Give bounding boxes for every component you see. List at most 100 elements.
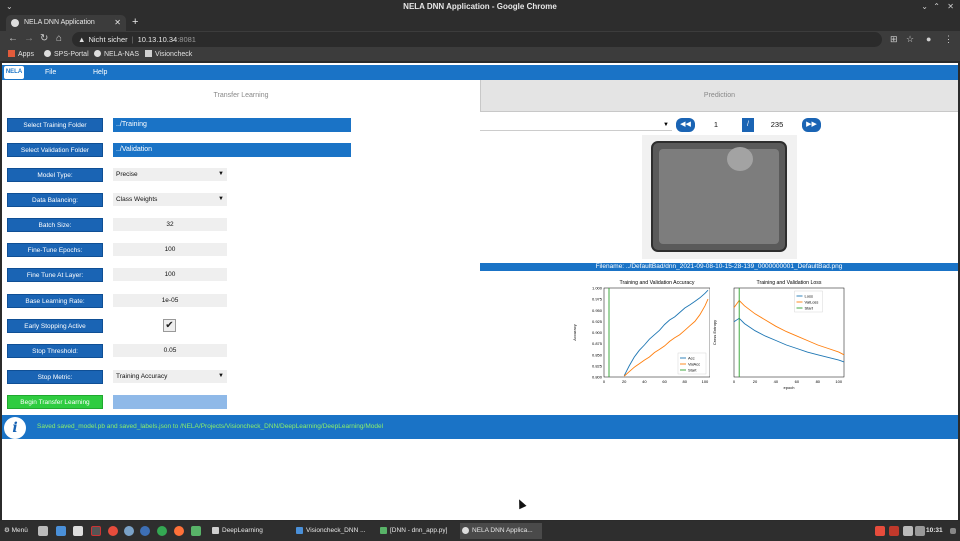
- tray-icon-red[interactable]: [875, 526, 885, 536]
- stop-metric-label: Stop Metric:: [7, 370, 103, 384]
- settings-icon[interactable]: [56, 526, 66, 536]
- model-type-select[interactable]: Precise ▼: [113, 168, 227, 181]
- address-host: 10.13.10.34: [137, 35, 178, 44]
- show-desktop-icon[interactable]: [38, 526, 48, 536]
- x-tick-label: 100: [702, 379, 709, 384]
- defect-spot: [727, 147, 753, 171]
- address-bar-row: ← → ↻ ⌂ ▲ Nicht sicher | 10.13.10.34:8081 ⊞…: [0, 31, 960, 48]
- reload-icon[interactable]: ↻: [40, 33, 48, 45]
- status-bar: i Saved saved_model.pb and saved_labels.…: [2, 415, 958, 439]
- fine-tune-at-layer-label: Fine Tune At Layer:: [7, 268, 103, 282]
- next-image-button[interactable]: ▶▶: [802, 118, 821, 132]
- fine-tune-epochs-input[interactable]: 100: [113, 243, 227, 256]
- x-tick-label: 40: [774, 379, 779, 384]
- legend-entry: Loss: [805, 294, 813, 299]
- validation-folder-field[interactable]: ../Validation: [113, 143, 351, 157]
- y-tick-label: 0.900: [592, 330, 603, 335]
- app-icon-red[interactable]: [108, 526, 118, 536]
- legend-entry: ValLoss: [805, 300, 819, 305]
- data-balancing-select[interactable]: Class Weights ▼: [113, 193, 227, 206]
- volume-icon[interactable]: [915, 526, 925, 536]
- chart-title: Training and Validation Accuracy: [620, 280, 695, 286]
- new-tab-icon[interactable]: +: [132, 15, 138, 29]
- minimize-icon[interactable]: ⌄: [921, 0, 928, 13]
- clock: 10:31: [926, 527, 943, 534]
- x-axis-label: epoch: [784, 385, 795, 390]
- current-page[interactable]: 1: [702, 118, 730, 132]
- browser-tab[interactable]: NELA DNN Application ✕: [6, 15, 126, 31]
- begin-transfer-learning-button[interactable]: Begin Transfer Learning: [7, 395, 103, 409]
- files-icon[interactable]: [73, 526, 83, 536]
- previous-image-button[interactable]: ◀◀: [676, 118, 695, 132]
- base-learning-rate-input[interactable]: 1e-05: [113, 294, 227, 307]
- x-tick-label: 20: [753, 379, 758, 384]
- page-separator: /: [742, 118, 754, 132]
- select-training-folder-button[interactable]: Select Training Folder: [7, 118, 103, 132]
- bookmark-apps[interactable]: Apps: [8, 48, 34, 62]
- training-folder-field[interactable]: ../Training: [113, 118, 351, 132]
- x-tick-label: 60: [662, 379, 667, 384]
- start-menu-button[interactable]: ⚙ Menü: [4, 521, 28, 541]
- address-input[interactable]: ▲ Nicht sicher | 10.13.10.34:8081: [72, 32, 882, 47]
- browser-menu-icon[interactable]: ⋮: [944, 33, 953, 45]
- stop-threshold-label: Stop Threshold:: [7, 344, 103, 358]
- maximize-icon[interactable]: ⌃: [933, 0, 940, 13]
- base-learning-rate-label: Base Learning Rate:: [7, 294, 103, 308]
- bookmark-star-icon[interactable]: ☆: [906, 33, 914, 45]
- bookmark-visioncheck[interactable]: Visioncheck: [145, 48, 192, 62]
- app-page: NELA File Help Transfer Learning Predict…: [2, 63, 958, 520]
- taskbar-window-deeplearning[interactable]: DeepLearning: [210, 523, 288, 539]
- terminal-icon[interactable]: [91, 526, 101, 536]
- translate-icon[interactable]: ⊞: [890, 33, 898, 45]
- tab-transfer-learning[interactable]: Transfer Learning: [2, 80, 480, 112]
- y-tick-label: 0.875: [592, 341, 603, 346]
- x-tick-label: 100: [835, 379, 842, 384]
- training-progress-bar: [113, 395, 227, 409]
- menu-file[interactable]: File: [45, 65, 56, 80]
- y-axis-label: Cross Entropy: [712, 320, 717, 345]
- tray-icon-network[interactable]: [903, 526, 913, 536]
- editor-icon[interactable]: [191, 526, 201, 536]
- close-tab-icon[interactable]: ✕: [114, 15, 121, 31]
- y-tick-label: 1.000: [592, 286, 603, 291]
- early-stopping-checkbox[interactable]: ✔: [163, 319, 176, 332]
- inspected-part-image: [651, 141, 787, 252]
- prediction-folder-select[interactable]: ▼: [480, 119, 672, 131]
- model-type-label: Model Type:: [7, 168, 103, 182]
- back-icon[interactable]: ←: [8, 33, 18, 45]
- tab-prediction[interactable]: Prediction: [480, 80, 958, 112]
- window-menu-icon[interactable]: ⌄: [6, 0, 13, 13]
- batch-size-input[interactable]: 32: [113, 218, 227, 231]
- fine-tune-at-layer-input[interactable]: 100: [113, 268, 227, 281]
- app-icon-blue[interactable]: [124, 526, 134, 536]
- tray-icon-usb[interactable]: [889, 526, 899, 536]
- status-message: Saved saved_model.pb and saved_labels.js…: [37, 423, 384, 430]
- y-tick-label: 0.975: [592, 297, 603, 302]
- data-balancing-value: Class Weights: [116, 196, 158, 203]
- total-pages: 235: [770, 120, 784, 129]
- app-icon-circle[interactable]: [140, 526, 150, 536]
- nela-logo: NELA: [4, 66, 24, 79]
- y-tick-label: 0.950: [592, 308, 603, 313]
- select-validation-folder-button[interactable]: Select Validation Folder: [7, 143, 103, 157]
- home-icon[interactable]: ⌂: [56, 33, 62, 45]
- firefox-icon[interactable]: [174, 526, 184, 536]
- stop-metric-select[interactable]: Training Accuracy ▼: [113, 370, 227, 383]
- profile-icon[interactable]: ●: [926, 33, 931, 45]
- taskbar-window-dnn-app[interactable]: [DNN - dnn_app.py]: [378, 523, 458, 539]
- taskbar-window-visioncheck[interactable]: Visioncheck_DNN ...: [294, 523, 374, 539]
- os-taskbar: ⚙ Menü DeepLearning Visioncheck_DNN ... …: [0, 521, 960, 541]
- stop-threshold-input[interactable]: 0.05: [113, 344, 227, 357]
- menu-help[interactable]: Help: [93, 65, 107, 80]
- tab-favicon-icon: [11, 19, 19, 27]
- close-window-icon[interactable]: ✕: [947, 0, 954, 13]
- notification-icon[interactable]: [950, 528, 956, 534]
- bookmark-sps-portal[interactable]: SPS-Portal: [44, 48, 89, 62]
- apps-grid-icon: [8, 50, 15, 57]
- legend-entry: Acc: [688, 356, 695, 361]
- bookmark-nela-nas[interactable]: NELA-NAS: [94, 48, 139, 62]
- chrome-icon[interactable]: [157, 526, 167, 536]
- taskbar-window-nela-dnn[interactable]: NELA DNN Applica...: [460, 523, 542, 539]
- forward-icon[interactable]: →: [24, 33, 34, 45]
- security-label: Nicht sicher: [88, 35, 128, 44]
